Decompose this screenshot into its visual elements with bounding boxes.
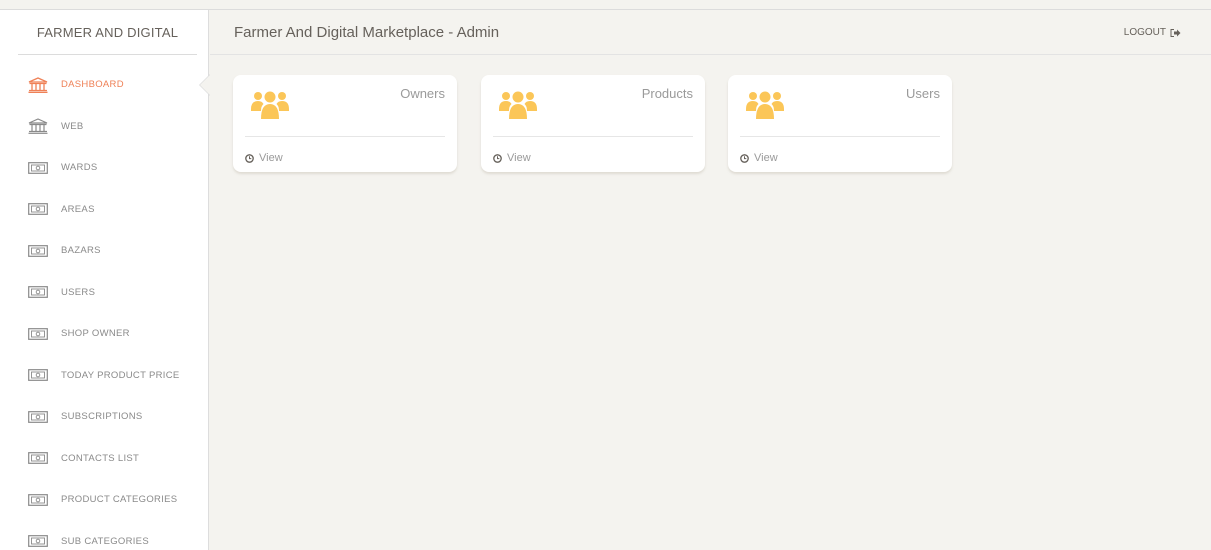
sidebar-item-label: WEB	[61, 120, 84, 132]
sidebar-item-label: SHOP OWNER	[61, 328, 130, 340]
card-divider	[493, 136, 693, 137]
sidebar-item-web[interactable]: WEB	[0, 106, 209, 148]
card-divider	[740, 136, 940, 137]
sidebar-item-shop-owner[interactable]: SHOP OWNER	[0, 313, 209, 355]
page-title[interactable]: Farmer And Digital Marketplace - Admin	[234, 10, 499, 55]
sidebar-item-label: USERS	[61, 286, 96, 298]
stat-card-products: Products View	[481, 75, 705, 172]
logout-label: LOGOUT	[1123, 27, 1166, 38]
view-link[interactable]: View	[493, 148, 531, 167]
clock-icon	[245, 148, 254, 167]
sidebar-item-users[interactable]: USERS	[0, 272, 209, 314]
view-label: View	[259, 151, 283, 164]
money-icon	[27, 284, 49, 300]
users-icon	[499, 89, 537, 125]
card-title: Users	[906, 86, 940, 101]
active-indicator	[199, 73, 210, 96]
sidebar-item-label: SUB CATEGORIES	[61, 535, 149, 547]
money-icon	[27, 243, 49, 259]
card-title: Products	[641, 86, 693, 101]
bank-icon	[27, 118, 49, 135]
sidebar-item-areas[interactable]: AREAS	[0, 189, 209, 231]
sidebar-item-dashboard[interactable]: DASHBOARD	[0, 64, 210, 106]
money-icon	[27, 492, 49, 508]
sidebar: FARMER AND DIGITAL DASHBOARD WEB WARDS A…	[0, 10, 210, 550]
bank-icon	[27, 77, 49, 93]
money-icon	[27, 326, 49, 342]
money-icon	[27, 450, 49, 466]
top-navbar: Farmer And Digital Marketplace - Admin L…	[210, 10, 1211, 55]
sidebar-item-label: TODAY PRODUCT PRICE	[61, 369, 180, 381]
sidebar-item-label: AREAS	[61, 203, 95, 215]
view-label: View	[754, 151, 778, 164]
sidebar-item-label: DASHBOARD	[61, 79, 124, 91]
sidebar-item-label: SUBSCRIPTIONS	[61, 411, 143, 423]
logout-button[interactable]: LOGOUT	[1124, 10, 1181, 55]
card-divider	[245, 136, 445, 137]
stat-card-users: Users View	[728, 75, 952, 172]
stat-card-owners: Owners View	[233, 75, 457, 172]
sidebar-item-contacts-list[interactable]: CONTACTS LIST	[0, 438, 209, 480]
sidebar-item-subscriptions[interactable]: SUBSCRIPTIONS	[0, 396, 209, 438]
money-icon	[27, 409, 49, 425]
sidebar-item-label: CONTACTS LIST	[61, 452, 140, 464]
sidebar-item-wards[interactable]: WARDS	[0, 147, 209, 189]
money-icon	[27, 201, 49, 217]
sidebar-item-label: WARDS	[61, 162, 98, 174]
card-title: Owners	[400, 86, 445, 101]
view-label: View	[507, 151, 531, 164]
money-icon	[27, 160, 49, 176]
view-link[interactable]: View	[740, 148, 778, 167]
brand-title[interactable]: FARMER AND DIGITAL	[18, 10, 197, 55]
sidebar-item-label: BAZARS	[61, 245, 101, 257]
sign-out-icon	[1170, 23, 1181, 42]
money-icon	[27, 367, 49, 383]
sidebar-item-today-product-price[interactable]: TODAY PRODUCT PRICE	[0, 355, 209, 397]
users-icon	[746, 89, 784, 125]
clock-icon	[493, 148, 502, 167]
sidebar-item-sub-categories[interactable]: SUB CATEGORIES	[0, 521, 209, 550]
users-icon	[251, 89, 289, 125]
sidebar-item-bazars[interactable]: BAZARS	[0, 230, 209, 272]
sidebar-item-label: PRODUCT CATEGORIES	[61, 494, 178, 506]
money-icon	[27, 533, 49, 549]
clock-icon	[740, 148, 749, 167]
sidebar-nav: DASHBOARD WEB WARDS AREAS BAZARS USERS S…	[0, 64, 210, 550]
sidebar-item-product-categories[interactable]: PRODUCT CATEGORIES	[0, 479, 209, 521]
view-link[interactable]: View	[245, 148, 283, 167]
